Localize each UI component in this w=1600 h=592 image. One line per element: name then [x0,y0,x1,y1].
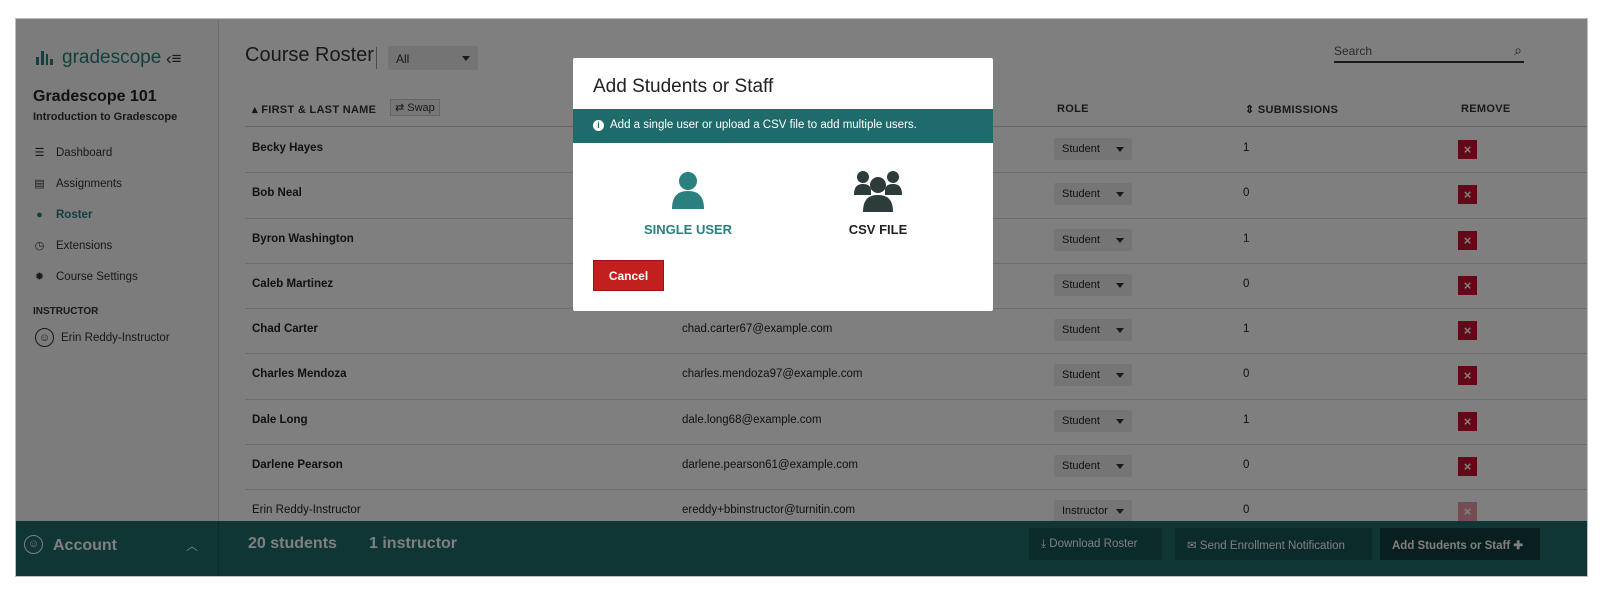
single-user-icon [672,172,704,209]
modal-info-banner: i Add a single user or upload a CSV file … [573,109,993,143]
cancel-button[interactable]: Cancel [593,260,664,291]
csv-file-option[interactable]: CSV FILE [818,171,938,241]
single-user-option[interactable]: SINGLE USER [628,171,748,241]
group-users-icon [854,171,902,212]
modal-info-text: Add a single user or upload a CSV file t… [610,119,917,131]
single-user-label: SINGLE USER [643,222,733,237]
csv-file-label: CSV FILE [848,222,908,237]
info-icon: i [593,120,604,131]
modal-title: Add Students or Staff [593,76,774,97]
app-window: gradescope ‹≡ Gradescope 101 Introductio… [15,18,1588,577]
add-students-modal: Add Students or Staff i Add a single user… [573,58,993,311]
